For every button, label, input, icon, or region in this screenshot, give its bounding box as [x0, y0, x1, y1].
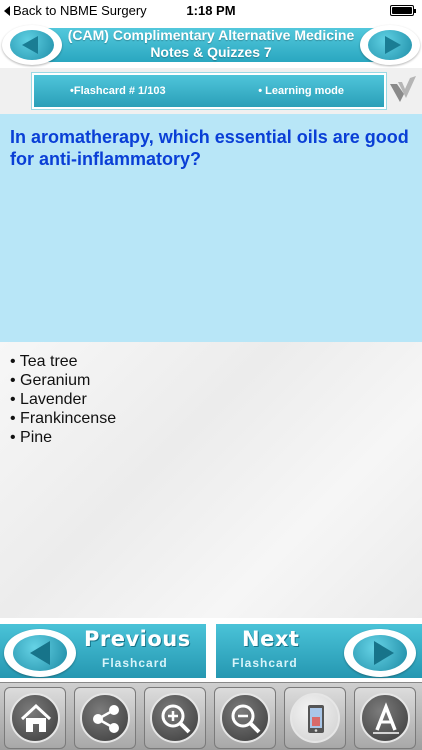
answer-item: Frankincense	[10, 409, 412, 428]
answer-panel: Tea tree Geranium Lavender Frankincense …	[0, 342, 422, 618]
arrow-left-icon	[22, 36, 38, 54]
title-line-2: Notes & Quizzes 7	[150, 44, 272, 60]
home-button[interactable]	[4, 687, 66, 749]
flashcard-counter: •Flashcard # 1/103	[70, 85, 166, 97]
phone-image-button[interactable]	[284, 687, 346, 749]
arrow-right-icon	[385, 36, 401, 54]
zoom-in-icon	[161, 704, 191, 734]
status-bar: Back to NBME Surgery 1:18 PM	[0, 0, 422, 22]
info-bar: •Flashcard # 1/103 • Learning mode	[32, 73, 386, 109]
status-time: 1:18 PM	[186, 3, 236, 18]
font-size-button[interactable]	[354, 687, 416, 749]
font-icon	[373, 702, 399, 734]
answer-item: Lavender	[10, 390, 412, 409]
zoom-in-button[interactable]	[144, 687, 206, 749]
mode-indicator[interactable]: • Learning mode	[258, 85, 344, 97]
previous-circle	[4, 629, 76, 677]
phone-image-icon	[308, 705, 324, 733]
toolbar	[0, 682, 422, 750]
answer-item: Pine	[10, 428, 412, 447]
header-forward-button[interactable]	[360, 25, 420, 65]
arrow-left-icon	[30, 641, 50, 665]
title-line-1: (CAM) Complimentary Alternative Medicine	[67, 27, 355, 43]
previous-flashcard-button[interactable]: Previous Flashcard	[0, 624, 206, 678]
question-text: In aromatherapy, which essential oils ar…	[10, 127, 409, 169]
previous-title: Previous	[84, 627, 191, 651]
header: (CAM) Complimentary Alternative Medicine…	[0, 22, 422, 68]
brand-logo-icon	[390, 76, 416, 102]
share-icon	[93, 705, 119, 733]
answer-list: Tea tree Geranium Lavender Frankincense …	[10, 352, 412, 447]
flashcard-navigation: Previous Flashcard Next Flashcard	[0, 618, 422, 682]
home-icon	[20, 703, 52, 732]
header-back-button[interactable]	[2, 25, 62, 65]
page-title: (CAM) Complimentary Alternative Medicine…	[0, 27, 422, 61]
answer-item: Geranium	[10, 371, 412, 390]
question-panel: In aromatherapy, which essential oils ar…	[0, 114, 422, 342]
next-flashcard-button[interactable]: Next Flashcard	[216, 624, 422, 678]
zoom-out-icon	[231, 704, 261, 734]
share-button[interactable]	[74, 687, 136, 749]
arrow-right-icon	[374, 641, 394, 665]
next-circle	[344, 629, 416, 677]
next-title: Next	[242, 627, 300, 651]
answer-item: Tea tree	[10, 352, 412, 371]
info-bar-area: •Flashcard # 1/103 • Learning mode	[0, 68, 422, 114]
battery-icon	[390, 5, 416, 16]
next-subtitle: Flashcard	[232, 656, 298, 670]
previous-subtitle: Flashcard	[102, 656, 168, 670]
zoom-out-button[interactable]	[214, 687, 276, 749]
